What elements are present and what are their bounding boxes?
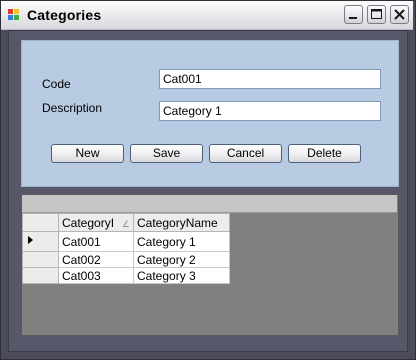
- title-bar[interactable]: Categories: [1, 1, 413, 30]
- cancel-button[interactable]: Cancel: [209, 144, 282, 163]
- delete-button[interactable]: Delete: [288, 144, 361, 163]
- maximize-icon: [371, 9, 382, 19]
- minimize-icon: [349, 17, 357, 19]
- maximize-button[interactable]: [367, 5, 386, 24]
- cell-category-id[interactable]: Cat001: [58, 231, 134, 252]
- corner-header-cell[interactable]: [22, 213, 59, 232]
- description-label: Description: [42, 101, 103, 115]
- close-button[interactable]: [390, 5, 409, 24]
- sort-icon: ∠: [121, 218, 130, 229]
- close-icon: [394, 9, 405, 20]
- code-field[interactable]: [159, 69, 381, 89]
- categories-table[interactable]: CategoryI ∠ CategoryName Cat001 Category…: [22, 213, 230, 284]
- cell-category-id[interactable]: Cat002: [58, 251, 134, 268]
- save-button[interactable]: Save: [130, 144, 203, 163]
- column-header-categoryname[interactable]: CategoryName: [133, 213, 230, 232]
- table-row[interactable]: Cat002 Category 2: [22, 251, 230, 268]
- cell-category-id[interactable]: Cat003: [58, 267, 134, 284]
- cell-category-name[interactable]: Category 2: [133, 251, 230, 268]
- app-icon: [8, 9, 19, 20]
- table-header-row: CategoryI ∠ CategoryName: [22, 213, 230, 232]
- row-selector[interactable]: [22, 251, 59, 268]
- column-header-categoryid[interactable]: CategoryI ∠: [58, 213, 134, 232]
- column-header-label: CategoryI: [62, 215, 115, 230]
- window-title: Categories: [27, 7, 102, 23]
- row-selector[interactable]: [22, 267, 59, 284]
- code-label: Code: [42, 77, 71, 91]
- table-row[interactable]: Cat003 Category 3: [22, 267, 230, 284]
- new-button[interactable]: New: [51, 144, 124, 163]
- cell-category-name[interactable]: Category 3: [133, 267, 230, 284]
- row-selector[interactable]: [22, 231, 59, 252]
- minimize-button[interactable]: [344, 5, 363, 24]
- column-header-label: CategoryName: [137, 215, 218, 230]
- row-selector-icon: [28, 236, 33, 244]
- cell-category-name[interactable]: Category 1: [133, 231, 230, 252]
- grid-caption-bar: [22, 195, 397, 213]
- description-field[interactable]: [159, 101, 381, 121]
- table-row[interactable]: Cat001 Category 1: [22, 231, 230, 252]
